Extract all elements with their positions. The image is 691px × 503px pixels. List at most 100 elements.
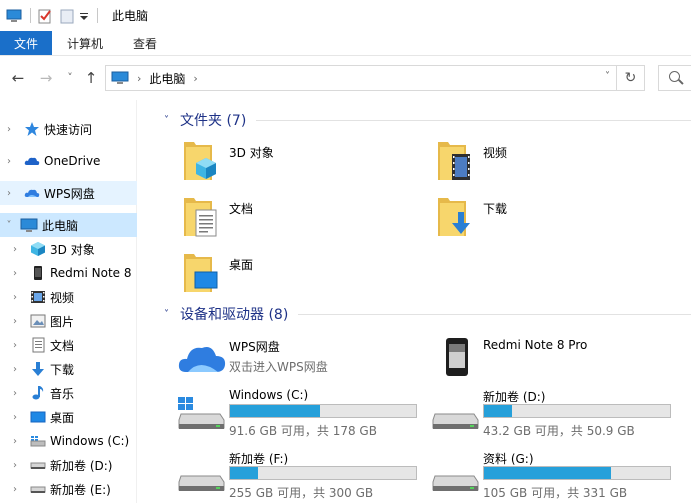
download-icon [30,361,46,377]
expand-chevron-icon[interactable]: › [10,460,20,471]
sidebar-item-drive-e[interactable]: › 新加卷 (E:) [0,477,137,501]
expand-chevron-icon[interactable]: › [10,412,20,423]
cube-icon [30,241,46,257]
sidebar-item-quick-access[interactable]: › 快速访问 [0,117,137,141]
properties-icon[interactable] [37,8,53,24]
computer-icon [20,217,38,233]
sidebar-item-redmi-note-8[interactable]: › Redmi Note 8 [0,261,137,285]
expand-chevron-icon[interactable]: › [4,188,14,199]
expand-chevron-icon[interactable]: › [10,268,20,279]
drive-c[interactable]: Windows (C:) 91.6 GB 可用，共 178 GB [160,388,420,440]
computer-icon[interactable] [6,8,22,24]
expand-chevron-icon[interactable]: › [4,124,14,135]
cloud-icon [24,153,40,169]
drive-usage-bar [229,404,417,418]
folder-label: 下载 [483,202,508,216]
device-redmi-note-8-pro[interactable]: Redmi Note 8 Pro [414,338,674,390]
drive-icon [432,458,480,494]
navigation-pane: › 快速访问 › OneDrive › WPS网盘 ˅ 此电脑 › 3D 对象 … [0,100,137,503]
sidebar-item-this-pc[interactable]: ˅ 此电脑 [0,213,137,237]
folder-3d-objects[interactable]: 3D 对象 [160,140,400,192]
search-input[interactable] [658,65,691,91]
expand-chevron-icon[interactable]: › [10,316,20,327]
sidebar-item-wps-cloud[interactable]: › WPS网盘 [0,181,137,205]
breadcrumb-this-pc[interactable]: 此电脑 [149,70,185,87]
device-name: Redmi Note 8 Pro [483,338,588,352]
wps-cloud-icon [24,185,40,201]
breadcrumb-chevron[interactable]: › [193,72,197,85]
windows-drive-icon [30,433,46,449]
address-dropdown-button[interactable]: ˅ [605,71,610,82]
customize-dropdown-icon[interactable] [79,8,89,24]
group-header-devices[interactable]: ˅ 设备和驱动器 (8) [160,302,691,326]
folder-videos[interactable]: 视频 [414,140,654,192]
device-name: WPS网盘 [229,340,280,354]
drive-icon [30,457,46,473]
sidebar-item-3d-objects[interactable]: › 3D 对象 [0,237,137,261]
sidebar-item-windows-c[interactable]: › Windows (C:) [0,429,137,453]
sidebar-item-desktop[interactable]: › 桌面 [0,405,137,429]
expand-chevron-icon[interactable]: › [10,484,20,495]
windows-drive-icon [178,396,226,432]
drive-usage-fill [484,405,513,417]
sidebar-item-drive-d[interactable]: › 新加卷 (D:) [0,453,137,477]
desktop-icon [30,409,46,425]
tab-view[interactable]: 查看 [118,31,172,55]
tab-computer[interactable]: 计算机 [52,31,118,55]
drive-usage-bar [483,466,671,480]
window-title: 此电脑 [112,9,149,23]
drive-g[interactable]: 资料 (G:) 105 GB 可用，共 331 GB [414,450,674,502]
drive-usage-bar [229,466,417,480]
expand-chevron-icon[interactable]: › [10,436,20,447]
sidebar-item-pictures[interactable]: › 图片 [0,309,137,333]
recent-locations-button[interactable]: ˅ [61,69,79,87]
group-title: 文件夹 (7) [180,113,247,129]
star-icon [24,121,40,137]
divider [256,119,691,121]
up-button[interactable]: ↑ [82,69,100,87]
tab-file[interactable]: 文件 [0,31,52,55]
collapse-chevron-icon[interactable]: ˅ [164,115,178,126]
drive-name: 新加卷 (F:) [229,452,289,466]
device-wps-cloud[interactable]: WPS网盘 双击进入WPS网盘 [160,338,420,390]
folder-downloads[interactable]: 下载 [414,196,654,248]
expand-chevron-icon[interactable]: › [10,292,20,303]
drive-size-text: 43.2 GB 可用，共 50.9 GB [483,424,635,438]
collapse-chevron-icon[interactable]: ˅ [4,220,14,231]
expand-chevron-icon[interactable]: › [10,388,20,399]
folder-desktop[interactable]: 桌面 [160,252,400,304]
refresh-button[interactable]: ↻ [616,66,644,90]
expand-chevron-icon[interactable]: › [10,244,20,255]
document-folder-icon [182,196,218,240]
expand-chevron-icon[interactable]: › [10,364,20,375]
folder-label: 文档 [229,202,254,216]
sidebar-item-documents[interactable]: › 文档 [0,333,137,357]
drive-name: 新加卷 (D:) [483,390,546,404]
folder-label: 3D 对象 [229,146,274,160]
address-bar[interactable]: › 此电脑 › ˅ ↻ [105,65,645,91]
sidebar-item-label: 视频 [50,290,75,305]
forward-button[interactable]: → [37,69,55,87]
group-header-folders[interactable]: ˅ 文件夹 (7) [160,108,691,132]
expand-chevron-icon[interactable]: › [4,156,14,167]
sidebar-item-label: WPS网盘 [44,186,95,201]
collapse-chevron-icon[interactable]: ˅ [164,309,178,320]
drive-d[interactable]: 新加卷 (D:) 43.2 GB 可用，共 50.9 GB [414,388,674,440]
folder-documents[interactable]: 文档 [160,196,400,248]
drive-size-text: 105 GB 可用，共 331 GB [483,486,628,500]
drive-f[interactable]: 新加卷 (F:) 255 GB 可用，共 300 GB [160,450,420,502]
sidebar-item-music[interactable]: › 音乐 [0,381,137,405]
back-button[interactable]: ← [9,69,27,87]
breadcrumb-chevron[interactable]: › [137,72,141,85]
picture-icon [30,313,46,329]
sidebar-item-videos[interactable]: › 视频 [0,285,137,309]
drive-usage-fill [230,467,258,479]
drive-icon [30,481,46,497]
drive-icon [432,396,480,432]
drive-size-text: 255 GB 可用，共 300 GB [229,486,374,500]
new-folder-icon[interactable] [59,8,75,24]
document-icon [30,337,46,353]
sidebar-item-onedrive[interactable]: › OneDrive [0,149,137,173]
expand-chevron-icon[interactable]: › [10,340,20,351]
sidebar-item-downloads[interactable]: › 下载 [0,357,137,381]
